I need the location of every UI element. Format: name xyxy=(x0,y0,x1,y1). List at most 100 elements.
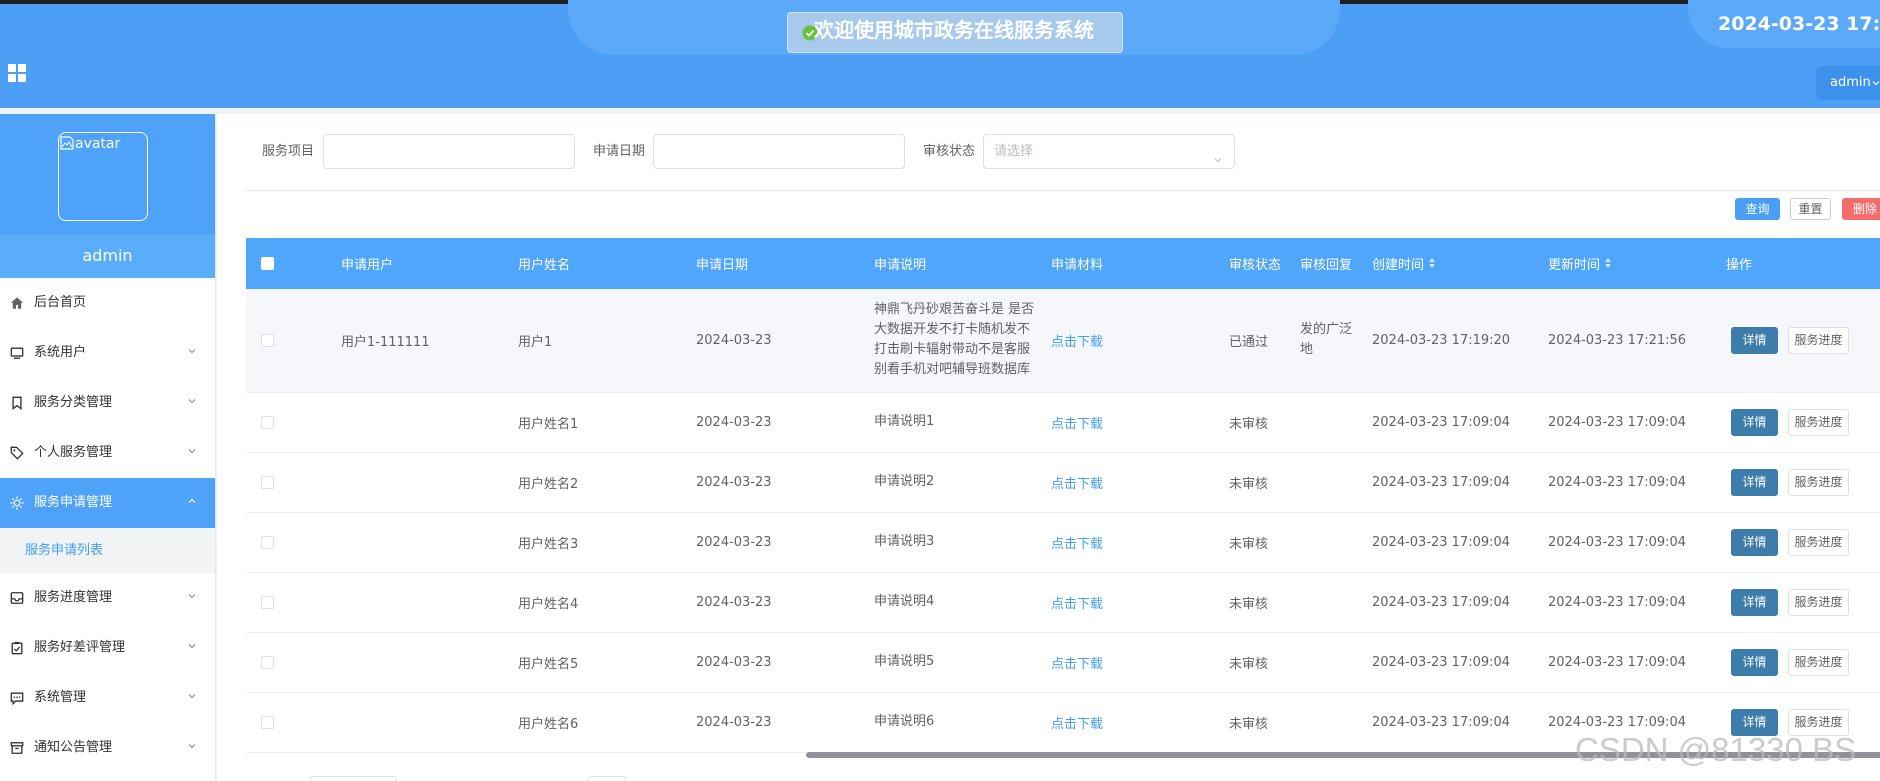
cell-user-name: 用户姓名4 xyxy=(508,572,686,633)
chevron-up-icon xyxy=(186,495,198,507)
progress-button[interactable]: 服务进度 xyxy=(1788,326,1849,354)
sidebar-item-announcements[interactable]: 通知公告管理 xyxy=(0,723,215,773)
download-link[interactable]: 点击下载 xyxy=(1051,537,1103,552)
chevron-down-icon xyxy=(186,590,198,602)
progress-button[interactable]: 服务进度 xyxy=(1788,588,1849,616)
cell-apply-date: 2024-03-23 xyxy=(686,392,864,453)
table-row: 用户姓名3 2024-03-23 申请说明3 点击下载 未审核 2024-03-… xyxy=(246,512,1880,573)
cell-description: 申请说明6 xyxy=(874,714,935,729)
row-checkbox[interactable] xyxy=(261,715,274,729)
sidebar-item-service-progress[interactable]: 服务进度管理 xyxy=(0,573,215,623)
download-link[interactable]: 点击下载 xyxy=(1051,477,1103,492)
sidebar-subitem-application-list[interactable]: 服务申请列表 xyxy=(0,528,215,573)
row-checkbox[interactable] xyxy=(261,333,274,347)
detail-button[interactable]: 详情 xyxy=(1731,528,1778,556)
user-menu-label: admin xyxy=(1830,75,1871,90)
sidebar-username: admin xyxy=(0,234,215,278)
row-checkbox[interactable] xyxy=(261,475,274,489)
column-header-created[interactable]: 创建时间 xyxy=(1362,238,1538,289)
sidebar-item-label: 服务申请管理 xyxy=(34,495,113,510)
current-datetime: 2024-03-23 17:21: xyxy=(1718,13,1880,35)
download-link[interactable]: 点击下载 xyxy=(1051,717,1103,732)
sidebar-item-system-users[interactable]: 系统用户 xyxy=(0,328,215,378)
cell-updated-time: 2024-03-23 17:21:56 xyxy=(1538,289,1716,393)
cell-created-time: 2024-03-23 17:09:04 xyxy=(1362,392,1538,453)
download-link[interactable]: 点击下载 xyxy=(1051,335,1103,350)
column-header-applicant: 申请用户 xyxy=(331,238,508,289)
download-link[interactable]: 点击下载 xyxy=(1051,657,1103,672)
column-header-label: 创建时间 xyxy=(1372,257,1425,273)
row-checkbox[interactable] xyxy=(261,415,274,429)
sidebar-item-service-category[interactable]: 服务分类管理 xyxy=(0,378,215,428)
detail-button[interactable]: 详情 xyxy=(1731,468,1778,496)
sort-icon[interactable] xyxy=(1428,257,1436,273)
download-link[interactable]: 点击下载 xyxy=(1051,597,1103,612)
detail-button[interactable]: 详情 xyxy=(1731,326,1778,354)
progress-button[interactable]: 服务进度 xyxy=(1788,408,1849,436)
cell-applicant-user xyxy=(331,572,508,633)
pagination-size-select[interactable] xyxy=(310,776,397,781)
row-checkbox[interactable] xyxy=(261,595,274,609)
progress-button[interactable]: 服务进度 xyxy=(1788,468,1849,496)
cell-status: 未审核 xyxy=(1219,692,1290,753)
column-header-updated[interactable]: 更新时间 xyxy=(1538,238,1716,289)
cell-user-name: 用户1 xyxy=(508,289,686,393)
cell-apply-date: 2024-03-23 xyxy=(686,452,864,513)
table-header-row: 申请用户 用户姓名 申请日期 申请说明 申请材料 审核状态 审核回复 创建时间 … xyxy=(246,238,1880,289)
chevron-down-icon xyxy=(186,445,198,457)
service-item-label: 服务项目 xyxy=(262,144,315,159)
bookmark-icon xyxy=(10,396,24,410)
chevron-down-icon xyxy=(1871,75,1880,90)
sidebar-item-label: 系统管理 xyxy=(34,690,87,705)
sidebar-item-dashboard[interactable]: 后台首页 xyxy=(0,278,215,328)
sidebar-item-system-management[interactable]: 系统管理 xyxy=(0,673,215,723)
apply-date-input[interactable] xyxy=(653,134,905,169)
sidebar: avatar admin 后台首页 系统用户 服务分类管理 个人服务管理 服务申… xyxy=(0,114,216,781)
cell-description: 申请说明4 xyxy=(874,594,935,609)
pagination-page-input[interactable] xyxy=(588,776,626,781)
cell-updated-time: 2024-03-23 17:09:04 xyxy=(1538,452,1716,513)
sidebar-item-label: 通知公告管理 xyxy=(34,740,113,755)
row-checkbox[interactable] xyxy=(261,535,274,549)
row-checkbox[interactable] xyxy=(261,655,274,669)
detail-button[interactable]: 详情 xyxy=(1731,648,1778,676)
delete-button[interactable]: 删除 xyxy=(1842,198,1880,220)
avatar[interactable]: avatar xyxy=(58,132,148,221)
table-row: 用户姓名5 2024-03-23 申请说明5 点击下载 未审核 2024-03-… xyxy=(246,632,1880,693)
column-header-material: 申请材料 xyxy=(1041,238,1219,289)
chevron-down-icon xyxy=(186,690,198,702)
detail-button[interactable]: 详情 xyxy=(1731,408,1778,436)
cell-created-time: 2024-03-23 17:09:04 xyxy=(1362,632,1538,693)
cell-updated-time: 2024-03-23 17:09:04 xyxy=(1538,572,1716,633)
cell-status: 已通过 xyxy=(1219,289,1290,393)
cell-apply-date: 2024-03-23 xyxy=(686,632,864,693)
review-status-select[interactable]: 请选择 xyxy=(983,134,1235,169)
progress-button[interactable]: 服务进度 xyxy=(1788,648,1849,676)
download-link[interactable]: 点击下载 xyxy=(1051,417,1103,432)
sidebar-item-service-application[interactable]: 服务申请管理 xyxy=(0,478,215,528)
progress-button[interactable]: 服务进度 xyxy=(1788,528,1849,556)
column-header-user-name: 用户姓名 xyxy=(508,238,686,289)
top-header: 欢迎使用城市政务在线服务系统 2024-03-23 17:21: admin xyxy=(0,0,1880,108)
sort-icon[interactable] xyxy=(1604,257,1612,273)
user-menu-button[interactable]: admin xyxy=(1816,66,1880,100)
detail-button[interactable]: 详情 xyxy=(1731,588,1778,616)
grid-icon[interactable] xyxy=(8,64,26,82)
column-header-label: 更新时间 xyxy=(1548,257,1601,273)
cell-created-time: 2024-03-23 17:09:04 xyxy=(1362,572,1538,633)
sidebar-item-service-rating[interactable]: 服务好差评管理 xyxy=(0,623,215,673)
reset-button[interactable]: 重置 xyxy=(1790,198,1831,220)
sidebar-item-personal-service[interactable]: 个人服务管理 xyxy=(0,428,215,478)
cell-applicant-user xyxy=(331,512,508,573)
query-button[interactable]: 查询 xyxy=(1735,198,1780,220)
select-all-checkbox[interactable] xyxy=(261,257,274,270)
service-item-input[interactable] xyxy=(323,134,575,169)
cell-description: 神鼎飞丹砂艰苦奋斗是 是否大数据开发不打卡随机发不打击刷卡辐射带动不是客服别看手… xyxy=(874,302,1035,378)
cell-applicant-user xyxy=(331,392,508,453)
archive-icon xyxy=(10,741,24,755)
cell-status: 未审核 xyxy=(1219,512,1290,573)
cell-apply-date: 2024-03-23 xyxy=(686,692,864,753)
column-header-apply-date: 申请日期 xyxy=(686,238,864,289)
avatar-alt-text: avatar xyxy=(75,136,121,152)
broken-image-icon xyxy=(59,136,75,152)
